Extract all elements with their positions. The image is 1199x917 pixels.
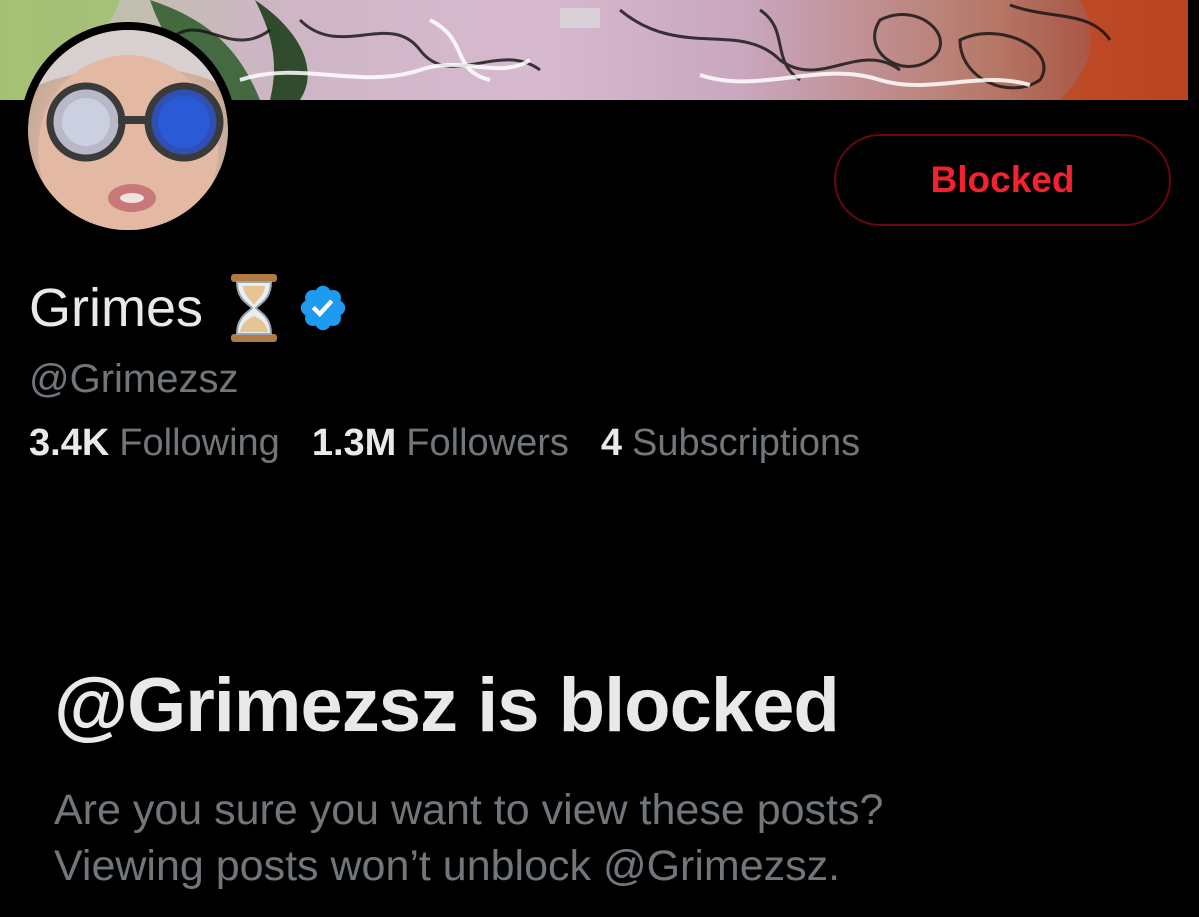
blocked-notice-line-1: Are you sure you want to view these post… (54, 786, 884, 834)
avatar-image (28, 30, 228, 230)
hourglass-icon (229, 272, 279, 344)
following-label: Following (119, 422, 280, 464)
display-name-row: Grimes (29, 268, 349, 348)
followers-stat[interactable]: 1.3M Followers (312, 422, 569, 465)
avatar-portrait (28, 30, 228, 230)
banner-edge (1188, 0, 1199, 100)
blocked-button[interactable]: Blocked (834, 134, 1171, 226)
profile-avatar[interactable] (20, 22, 236, 238)
followers-count: 1.3M (311, 422, 397, 464)
subscriptions-count: 4 (600, 422, 623, 464)
profile-handle: @Grimezsz (29, 357, 239, 401)
subscriptions-stat[interactable]: 4 Subscriptions (601, 422, 860, 465)
display-name: Grimes (29, 278, 203, 338)
followers-label: Followers (406, 422, 569, 464)
blocked-notice-line-2: Viewing posts won’t unblock @Grimezsz. (54, 842, 841, 890)
blocked-notice-title: @Grimezsz is blocked (54, 663, 840, 748)
following-stat[interactable]: 3.4K Following (29, 422, 280, 465)
blocked-notice-description: Are you sure you want to view these post… (54, 782, 1154, 894)
verified-badge-icon[interactable] (297, 282, 349, 334)
subscriptions-label: Subscriptions (632, 422, 861, 464)
profile-stats: 3.4K Following 1.3M Followers 4 Subscrip… (29, 422, 892, 465)
following-count: 3.4K (29, 422, 110, 464)
